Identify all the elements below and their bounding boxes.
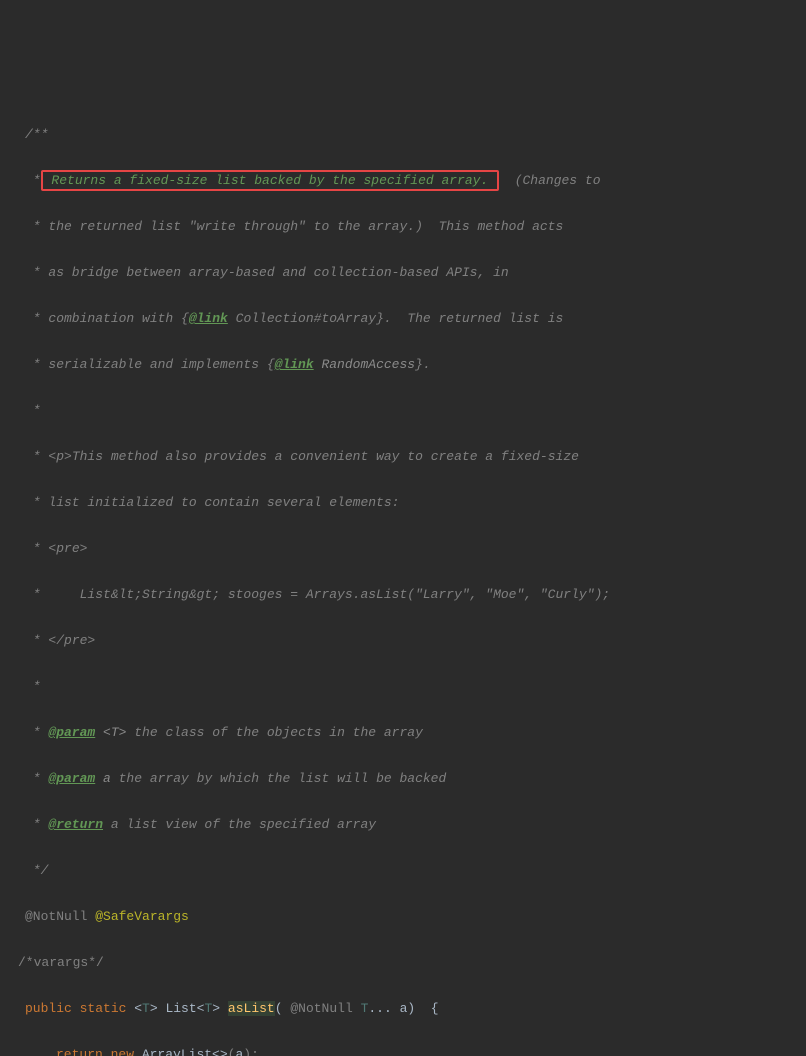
javadoc-text: >	[87, 633, 95, 648]
javadoc-text: (Changes to	[499, 173, 600, 188]
angle-bracket: >	[212, 1001, 220, 1016]
type-param: T	[361, 1001, 369, 1016]
param-tag: @param	[48, 771, 95, 786]
javadoc-text: Collection#toArray}. The returned list i…	[228, 311, 563, 326]
param-tag: @param	[48, 725, 95, 740]
javadoc-text: >	[80, 541, 88, 556]
arg-a: a	[235, 1047, 243, 1056]
notnull-annotation: @NotNull	[25, 909, 87, 924]
param-name: <T>	[95, 725, 126, 740]
code-editor[interactable]: /** * Returns a fixed-size list backed b…	[0, 92, 806, 1056]
list-type: List	[158, 1001, 197, 1016]
param-desc: the class of the objects in the array	[126, 725, 422, 740]
space	[220, 1001, 228, 1016]
link-tag: @link	[189, 311, 228, 326]
paren: (	[228, 1047, 236, 1056]
javadoc-close: */	[25, 863, 48, 878]
html-tag: p	[56, 449, 64, 464]
javadoc-star: *	[25, 403, 41, 418]
angle-bracket: <	[126, 1001, 142, 1016]
type-param: T	[142, 1001, 150, 1016]
javadoc-text: * <	[25, 541, 56, 556]
paren: )	[243, 1047, 251, 1056]
paren: (	[275, 1001, 283, 1016]
param-notnull: @NotNull	[283, 1001, 361, 1016]
javadoc-star: *	[25, 679, 41, 694]
javadoc-text: }.	[415, 357, 431, 372]
javadoc-text: * combination with {	[25, 311, 189, 326]
javadoc-star: *	[25, 725, 48, 740]
brace: ) {	[407, 1001, 438, 1016]
link-target: RandomAccess	[314, 357, 415, 372]
javadoc-summary: Returns a fixed-size list backed by the …	[44, 173, 496, 188]
new-keyword: new	[103, 1047, 134, 1056]
javadoc-star: *	[25, 771, 48, 786]
varargs-comment: /*varargs*/	[18, 955, 104, 970]
param-desc: the array by which the list will be back…	[111, 771, 446, 786]
semicolon: ;	[251, 1047, 259, 1056]
javadoc-star: *	[25, 817, 48, 832]
javadoc-text: * the returned list "write through" to t…	[25, 219, 563, 234]
javadoc-code: * List&lt;String&gt; stooges = Arrays.as…	[25, 587, 610, 602]
diamond: <>	[212, 1047, 228, 1056]
javadoc-text: * </	[25, 633, 64, 648]
arraylist-class: ArrayList	[134, 1047, 212, 1056]
javadoc-text: * serializable and implements {	[25, 357, 275, 372]
safevarargs-annotation: @SafeVarargs	[87, 909, 188, 924]
javadoc-star: *	[25, 173, 41, 188]
return-desc: a list view of the specified array	[103, 817, 376, 832]
return-keyword: return	[56, 1047, 103, 1056]
public-keyword: public	[25, 1001, 72, 1016]
javadoc-open: /**	[25, 127, 48, 142]
html-tag: pre	[64, 633, 87, 648]
javadoc-text: * list initialized to contain several el…	[25, 495, 399, 510]
static-keyword: static	[72, 1001, 127, 1016]
angle-bracket: <	[197, 1001, 205, 1016]
link-tag: @link	[275, 357, 314, 372]
javadoc-text: * <	[25, 449, 56, 464]
return-tag: @return	[48, 817, 103, 832]
javadoc-text: * as bridge between array-based and coll…	[25, 265, 509, 280]
javadoc-text: >This method also provides a convenient …	[64, 449, 579, 464]
html-tag: pre	[56, 541, 79, 556]
angle-bracket: >	[150, 1001, 158, 1016]
type-param: T	[204, 1001, 212, 1016]
varargs-param: ... a	[368, 1001, 407, 1016]
highlight-box: Returns a fixed-size list backed by the …	[41, 170, 499, 191]
method-name: asList	[228, 1001, 275, 1016]
param-name: a	[95, 771, 111, 786]
